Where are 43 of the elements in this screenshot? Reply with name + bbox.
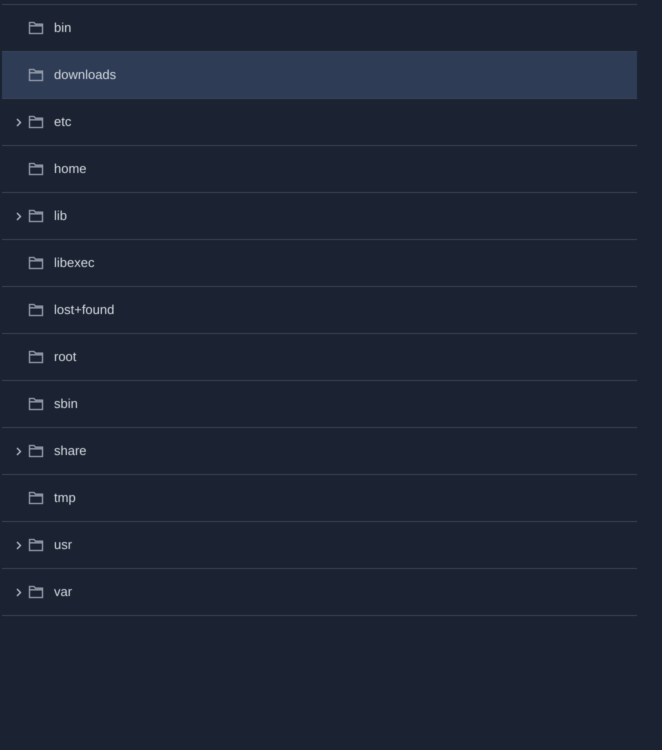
folder-name: libexec [54, 254, 94, 272]
folder-name: share [54, 442, 87, 460]
folder-icon [28, 256, 44, 270]
folder-icon [28, 585, 44, 599]
chevron-right-icon[interactable] [16, 540, 22, 550]
folder-name: lib [54, 207, 68, 226]
folder-name: lost+found [54, 301, 114, 320]
folder-name: var [54, 583, 72, 602]
folder-row[interactable]: var [2, 569, 637, 616]
folder-name: bin [54, 19, 72, 38]
folder-row[interactable]: lost+found [2, 287, 637, 334]
folder-icon [28, 491, 44, 505]
folder-row[interactable]: usr [2, 522, 637, 569]
folder-name: tmp [54, 489, 76, 508]
folder-row[interactable]: sbin [2, 381, 637, 428]
folder-icon [28, 21, 44, 35]
folder-icon [28, 444, 44, 458]
chevron-right-icon[interactable] [16, 588, 22, 596]
folder-icon [28, 115, 44, 129]
folder-row[interactable]: lib [2, 193, 637, 240]
folder-row[interactable]: downloads [2, 52, 637, 99]
folder-icon [28, 397, 44, 411]
folder-name: home [54, 160, 87, 178]
folder-row[interactable]: root [2, 334, 637, 381]
folder-icon [28, 350, 44, 364]
folder-name: usr [54, 536, 72, 554]
folder-icon [28, 68, 44, 82]
folder-row[interactable]: etc [2, 99, 637, 146]
folder-name: root [54, 348, 76, 366]
folder-name: downloads [54, 66, 116, 84]
folder-icon [28, 538, 44, 552]
chevron-right-icon[interactable] [16, 118, 22, 126]
folder-name: sbin [54, 395, 78, 414]
folder-icon [28, 303, 44, 317]
folder-name: etc [54, 113, 72, 132]
chevron-right-icon[interactable] [16, 446, 22, 456]
folder-icon [28, 209, 44, 223]
folder-row[interactable]: tmp [2, 475, 637, 522]
chevron-right-icon[interactable] [16, 212, 22, 220]
folder-row[interactable]: libexec [2, 240, 637, 287]
folder-row[interactable]: share [2, 428, 637, 475]
folder-icon [28, 162, 44, 176]
folder-row[interactable]: home [2, 146, 637, 193]
